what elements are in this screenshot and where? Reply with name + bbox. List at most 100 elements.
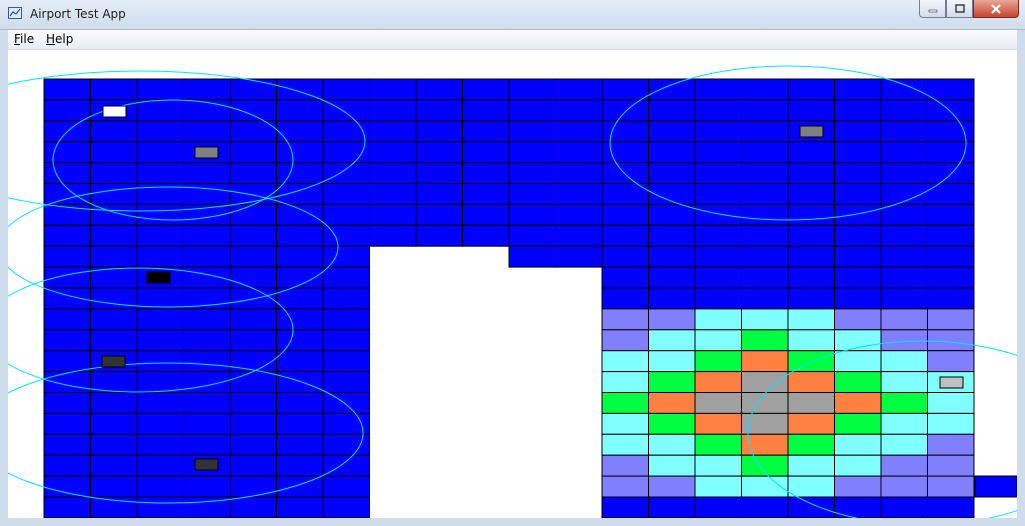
floor-cell bbox=[90, 392, 138, 414]
floor-cell bbox=[508, 162, 556, 184]
floor-cell bbox=[694, 120, 742, 143]
floor-cell bbox=[276, 329, 324, 352]
floor-cell bbox=[927, 350, 975, 373]
floor-cell bbox=[43, 224, 91, 247]
floor-cell bbox=[43, 99, 91, 122]
floor-cell bbox=[508, 224, 556, 247]
floor-cell bbox=[601, 496, 649, 518]
floor-cell bbox=[927, 433, 975, 456]
floor-cell bbox=[787, 496, 835, 518]
menu-help-mnemonic: H bbox=[46, 32, 56, 46]
floor-cell bbox=[43, 266, 91, 289]
floor-cell bbox=[276, 245, 324, 268]
floor-cell bbox=[834, 287, 882, 310]
floor-cell bbox=[834, 141, 882, 164]
menu-file[interactable]: File bbox=[14, 32, 34, 46]
minimize-button[interactable] bbox=[919, 0, 946, 18]
floor-cell bbox=[229, 412, 277, 435]
menu-help[interactable]: Help bbox=[46, 32, 73, 46]
floor-cell bbox=[694, 162, 742, 184]
floor-cell bbox=[834, 203, 882, 226]
floorplan-canvas[interactable] bbox=[8, 50, 1017, 518]
floor-cell bbox=[90, 183, 138, 205]
floor-cell bbox=[136, 162, 184, 184]
floor-cell bbox=[462, 120, 510, 143]
floor-cell bbox=[43, 371, 91, 394]
floor-cell bbox=[787, 224, 835, 247]
floor-cell bbox=[694, 78, 742, 101]
window-frame-bottom bbox=[0, 518, 1025, 526]
floor-cell bbox=[880, 412, 928, 435]
floor-cell bbox=[601, 203, 649, 226]
floor-cell bbox=[787, 203, 835, 226]
floor-cell bbox=[229, 496, 277, 518]
floor-cell bbox=[136, 475, 184, 498]
floor-cell bbox=[834, 350, 882, 373]
floor-cell bbox=[415, 141, 463, 164]
floor-cell bbox=[462, 78, 510, 101]
minimize-icon bbox=[928, 9, 937, 12]
floor-cell bbox=[276, 224, 324, 247]
floor-cell bbox=[741, 392, 789, 414]
floor-cell bbox=[834, 412, 882, 435]
floor-cell bbox=[276, 308, 324, 331]
floor-cell bbox=[415, 162, 463, 184]
floor-cell bbox=[43, 162, 91, 184]
floor-cell bbox=[229, 392, 277, 414]
floor-cell bbox=[415, 78, 463, 101]
floor-cell bbox=[276, 120, 324, 143]
floor-cell bbox=[229, 329, 277, 352]
ap-dark-2 bbox=[194, 458, 219, 471]
floor-cell bbox=[927, 308, 975, 331]
floor-cell bbox=[183, 412, 231, 435]
floorplan-svg[interactable] bbox=[8, 50, 1017, 518]
floor-cell bbox=[741, 224, 789, 247]
floor-cell bbox=[276, 454, 324, 477]
floor-cell bbox=[322, 203, 370, 226]
floor-cell bbox=[601, 329, 649, 352]
floor-cell bbox=[927, 475, 975, 498]
floor-cell bbox=[694, 99, 742, 122]
floor-cell bbox=[183, 392, 231, 414]
floor-cell bbox=[322, 392, 370, 414]
floor-cell bbox=[322, 371, 370, 394]
floor-cell bbox=[276, 371, 324, 394]
floor-cell bbox=[880, 162, 928, 184]
floor-cell bbox=[183, 350, 231, 373]
floor-cell bbox=[322, 496, 370, 518]
floor-cell bbox=[136, 245, 184, 268]
floor-cell bbox=[834, 78, 882, 101]
floor-cell bbox=[880, 120, 928, 143]
title-bar[interactable]: Airport Test App bbox=[0, 0, 1025, 30]
floor-cell bbox=[927, 266, 975, 289]
floor-cell bbox=[601, 245, 649, 268]
floor-cell bbox=[229, 162, 277, 184]
floor-cell bbox=[555, 224, 603, 247]
floor-cell bbox=[183, 224, 231, 247]
floor-cell bbox=[90, 224, 138, 247]
menu-file-label: ile bbox=[20, 32, 35, 46]
floor-cell bbox=[136, 141, 184, 164]
floor-cell bbox=[741, 266, 789, 289]
floor-cell bbox=[136, 329, 184, 352]
floor-cell bbox=[508, 203, 556, 226]
floor-cell bbox=[787, 475, 835, 498]
floor-cell bbox=[974, 475, 1017, 498]
floor-cell bbox=[741, 329, 789, 352]
floor-cell bbox=[834, 162, 882, 184]
floor-cell bbox=[694, 371, 742, 394]
floor-cell bbox=[43, 287, 91, 310]
floor-cell bbox=[90, 203, 138, 226]
floor-cell bbox=[880, 245, 928, 268]
floor-cell bbox=[834, 433, 882, 456]
floor-cell bbox=[694, 287, 742, 310]
floor-cell bbox=[927, 329, 975, 352]
menu-help-label: elp bbox=[55, 32, 74, 46]
maximize-button[interactable] bbox=[946, 0, 973, 18]
floor-cell bbox=[90, 120, 138, 143]
close-button[interactable] bbox=[973, 0, 1019, 18]
floor-cell bbox=[880, 141, 928, 164]
floor-cell bbox=[43, 329, 91, 352]
floor-cell bbox=[508, 99, 556, 122]
floor-cell bbox=[880, 78, 928, 101]
